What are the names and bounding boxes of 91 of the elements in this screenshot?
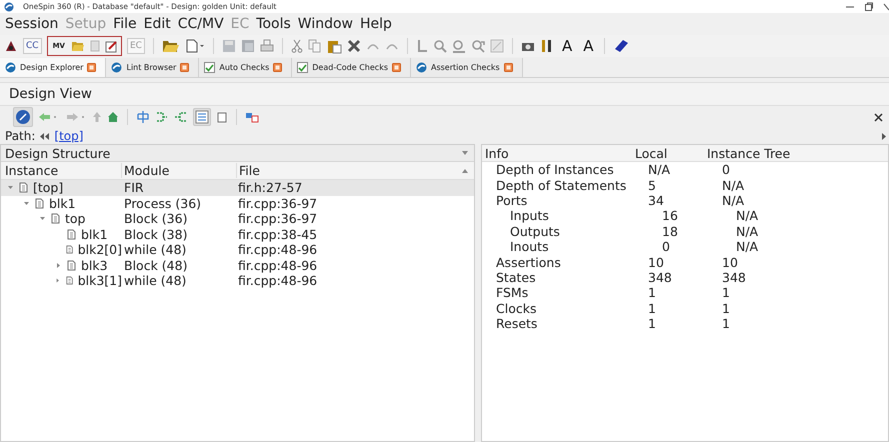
tab[interactable]: Design Explorer — [0, 58, 106, 77]
instance-name: blk3[1] — [78, 273, 122, 288]
tree-row[interactable]: top Block (36) fir.cpp:36-97 — [1, 211, 474, 226]
tree-row[interactable]: blk3 Block (48) fir.cpp:48-96 — [1, 258, 474, 273]
file-cell-text: fir.cpp:38-45 — [237, 226, 318, 242]
increase-font-button[interactable]: A — [558, 38, 576, 54]
instance-name: blk2[0] — [78, 242, 122, 258]
menu-item[interactable]: CC/MV — [178, 16, 224, 32]
module-cell-text: FIR — [123, 180, 145, 196]
tree-row[interactable]: blk3[1] while (48) fir.cpp:48-96 — [1, 273, 474, 288]
tree-value: N/A — [735, 239, 760, 254]
info-label: States — [495, 270, 537, 285]
tab-label: Auto Checks — [219, 63, 270, 72]
local-value: 1 — [647, 316, 657, 332]
cc-button[interactable]: CC — [23, 38, 42, 54]
column-header[interactable]: Instance Tree — [707, 146, 888, 160]
path-link[interactable]: [top] — [54, 129, 84, 143]
local-value: 5 — [647, 178, 657, 193]
local-value: 348 — [647, 270, 673, 285]
column-header[interactable]: Instance — [1, 163, 122, 178]
local-value: 1 — [647, 285, 657, 300]
menu-item[interactable]: Edit — [144, 16, 171, 32]
tab-label: Lint Browser — [126, 63, 176, 72]
panel-title: Design Structure — [5, 146, 110, 160]
column-header[interactable]: Local — [635, 146, 707, 160]
info-label: Ports — [495, 192, 528, 208]
menu-item[interactable]: Session — [5, 16, 58, 32]
instance-name: blk1 — [81, 226, 108, 242]
module-cell-text: Block (38) — [123, 226, 188, 242]
file-cell-text: fir.cpp:48-96 — [237, 258, 318, 273]
local-value: 34 — [647, 192, 665, 208]
local-value: 16 — [661, 208, 679, 224]
tree-value: N/A — [735, 208, 760, 224]
local-value: 1 — [647, 300, 657, 316]
tree-row[interactable]: blk2[0] while (48) fir.cpp:48-96 — [1, 242, 474, 258]
menu-item[interactable]: Window — [298, 16, 353, 32]
info-label: Inouts — [509, 239, 550, 254]
file-cell-text: fir.h:27-57 — [237, 180, 304, 196]
tree-row[interactable]: [top] FIR fir.h:27-57 — [1, 180, 474, 196]
file-cell-text: fir.cpp:48-96 — [237, 242, 318, 258]
info-label: Outputs — [509, 224, 561, 239]
module-cell-text: Process (36) — [123, 196, 202, 211]
menu-item[interactable]: Help — [360, 16, 392, 32]
instance-name: blk1 — [49, 196, 76, 211]
tab[interactable]: Dead-Code Checks — [292, 58, 411, 77]
module-cell-text: Block (48) — [123, 258, 188, 273]
info-label: Inputs — [509, 208, 550, 224]
tab[interactable]: Lint Browser — [106, 58, 200, 77]
tab[interactable]: Assertion Checks — [411, 58, 523, 77]
tab-label: Assertion Checks — [431, 63, 500, 72]
decrease-font-button[interactable]: A — [580, 38, 596, 54]
tree-row[interactable]: blk1 Process (36) fir.cpp:36-97 — [1, 196, 474, 211]
file-cell-text: fir.cpp:36-97 — [237, 196, 318, 211]
instance-name: blk3 — [81, 258, 108, 273]
tree-value: 1 — [721, 285, 731, 300]
view-title: Design View — [9, 86, 92, 102]
tree-value: N/A — [721, 192, 746, 208]
info-label: FSMs — [495, 285, 530, 300]
tree-row[interactable]: blk1 Block (38) fir.cpp:38-45 — [1, 226, 474, 242]
instance-name: [top] — [33, 180, 64, 196]
module-cell-text: while (48) — [123, 273, 188, 288]
info-label: Resets — [495, 316, 538, 332]
tab-label: Design Explorer — [20, 63, 84, 72]
column-header[interactable]: Module — [122, 163, 237, 178]
info-label: Assertions — [495, 254, 562, 270]
menu-item[interactable]: Tools — [256, 16, 291, 32]
instance-name: top — [65, 211, 86, 226]
tree-value: 0 — [721, 162, 731, 178]
column-header[interactable]: File — [237, 163, 462, 178]
local-value: 18 — [661, 224, 679, 239]
module-cell-text: while (48) — [123, 242, 188, 258]
tree-value: 1 — [721, 300, 731, 316]
info-label: Depth of Instances — [495, 162, 615, 178]
info-label: Clocks — [495, 300, 538, 316]
menu-item[interactable]: File — [113, 16, 137, 32]
local-value: N/A — [647, 162, 672, 178]
info-label: Depth of Statements — [495, 178, 628, 193]
local-value: 0 — [661, 239, 671, 254]
file-cell-text: fir.cpp:36-97 — [237, 211, 318, 226]
column-header[interactable]: Info — [482, 146, 635, 160]
local-value: 10 — [647, 254, 665, 270]
tree-value: N/A — [735, 224, 760, 239]
tree-value: 1 — [721, 316, 731, 332]
module-cell-text: Block (36) — [123, 211, 188, 226]
tree-value: N/A — [721, 178, 746, 193]
path-label: Path: — [5, 129, 36, 143]
tab-label: Dead-Code Checks — [312, 63, 388, 72]
tab[interactable]: Auto Checks — [199, 58, 292, 77]
tree-value: 348 — [721, 270, 747, 285]
tree-value: 10 — [721, 254, 739, 270]
file-cell-text: fir.cpp:48-96 — [237, 273, 318, 288]
